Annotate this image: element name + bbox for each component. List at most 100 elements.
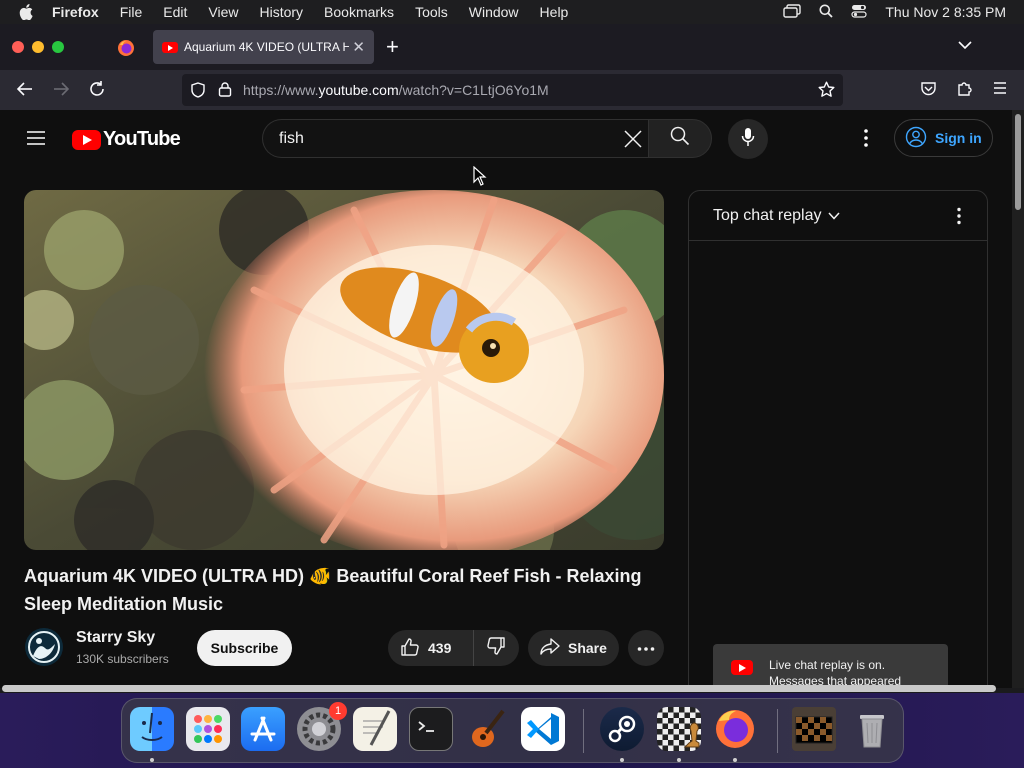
video-frame-clownfish-anemone [24, 190, 664, 550]
steam-icon[interactable] [600, 707, 644, 751]
chat-mode-selector[interactable]: Top chat replay [689, 191, 987, 241]
url-text[interactable]: https://www.youtube.com/watch?v=C1LtjO6Y… [243, 82, 549, 98]
menu-history[interactable]: History [259, 4, 303, 20]
like-count: 439 [428, 640, 452, 656]
terminal-icon[interactable] [409, 707, 453, 751]
screen-mirroring-icon[interactable] [783, 3, 802, 21]
pocket-icon[interactable] [920, 80, 937, 102]
share-label: Share [568, 640, 607, 656]
apple-icon[interactable] [0, 4, 52, 20]
app-store-icon[interactable] [241, 707, 285, 751]
youtube-masthead: YouTube fish Sign in [0, 110, 1012, 166]
finder-running-dot [150, 758, 154, 762]
tab-close-icon[interactable]: ✕ [352, 38, 365, 56]
mouse-pointer-icon [473, 165, 487, 191]
video-player[interactable] [24, 190, 664, 550]
horizontal-scrollbar[interactable] [0, 681, 1012, 693]
menu-app-firefox[interactable]: Firefox [52, 4, 99, 20]
account-circle-icon [905, 126, 927, 151]
garageband-guitar-icon[interactable] [465, 707, 509, 751]
youtube-logo[interactable]: YouTube [72, 128, 181, 151]
tracking-shield-icon[interactable] [190, 82, 206, 101]
menu-tools[interactable]: Tools [415, 4, 448, 20]
chess-running-dot [677, 758, 681, 762]
control-center-icon[interactable] [851, 4, 867, 21]
finder-icon[interactable] [130, 707, 174, 751]
menubar-clock[interactable]: Thu Nov 2 8:35 PM [885, 4, 1006, 20]
subscribe-button[interactable]: Subscribe [197, 630, 292, 666]
dock-separator [583, 709, 584, 753]
dislike-button[interactable] [474, 636, 518, 661]
microphone-icon [741, 127, 755, 152]
chess-icon[interactable] [657, 707, 701, 751]
dock-separator-2 [777, 709, 778, 753]
window-controls [12, 41, 64, 53]
youtube-wordmark: YouTube [103, 128, 181, 150]
subscriber-count: 130K subscribers [76, 652, 169, 666]
like-dislike-group: 439 [388, 630, 519, 666]
screen: Firefox File Edit View History Bookmarks… [0, 0, 1024, 768]
app-menu-icon[interactable] [992, 80, 1008, 101]
youtube-icon [731, 660, 753, 675]
search-icon [670, 126, 690, 151]
menu-bookmarks[interactable]: Bookmarks [324, 4, 394, 20]
chat-title: Top chat replay [713, 206, 822, 224]
chat-more-vert-icon[interactable] [955, 207, 963, 230]
firefox-running-dot [733, 758, 737, 762]
menu-view[interactable]: View [208, 4, 238, 20]
steam-running-dot [620, 758, 624, 762]
vertical-scroll-thumb[interactable] [1015, 114, 1021, 210]
browser-tab-active[interactable]: Aquarium 4K VIDEO (ULTRA HD) 🐠 Beautiful… [153, 30, 374, 64]
channel-avatar[interactable] [25, 628, 63, 666]
menu-file[interactable]: File [120, 4, 143, 20]
trash-icon[interactable] [850, 707, 894, 751]
url-bar[interactable]: https://www.youtube.com/watch?v=C1LtjO6Y… [182, 74, 843, 106]
extensions-puzzle-icon[interactable] [956, 80, 973, 102]
sign-in-button[interactable]: Sign in [894, 119, 993, 157]
textedit-icon[interactable] [353, 707, 397, 751]
reload-icon[interactable] [88, 80, 106, 103]
channel-name[interactable]: Starry Sky [76, 629, 155, 647]
close-window-button[interactable] [12, 41, 24, 53]
clear-search-icon[interactable] [622, 128, 644, 155]
thumbs-down-icon [486, 636, 506, 661]
spotlight-search-icon[interactable] [819, 4, 834, 21]
menu-window[interactable]: Window [469, 4, 519, 20]
back-arrow-icon[interactable] [16, 80, 34, 103]
menu-help[interactable]: Help [540, 4, 569, 20]
search-query-text: fish [279, 129, 304, 147]
horizontal-scroll-thumb[interactable] [2, 685, 996, 692]
list-all-tabs-chevron-icon[interactable] [958, 37, 972, 55]
chess-window-thumbnail-icon[interactable] [792, 707, 836, 751]
settings-more-vert-icon[interactable] [858, 128, 874, 153]
macos-dock: 1 [121, 698, 904, 763]
vertical-scrollbar[interactable] [1012, 110, 1024, 688]
video-title: Aquarium 4K VIDEO (ULTRA HD) 🐠 Beautiful… [24, 566, 642, 614]
search-button[interactable] [648, 119, 712, 158]
share-arrow-icon [540, 637, 560, 659]
more-actions-button[interactable] [628, 630, 664, 666]
tab-title: Aquarium 4K VIDEO (ULTRA HD) 🐠 Beautiful… [184, 40, 349, 54]
lock-icon[interactable] [218, 81, 232, 100]
search-input[interactable]: fish [262, 119, 648, 158]
bookmark-star-icon[interactable] [818, 81, 835, 101]
youtube-play-icon [72, 129, 101, 150]
chevron-down-icon [827, 207, 840, 225]
minimize-window-button[interactable] [32, 41, 44, 53]
new-tab-plus-icon[interactable]: + [386, 34, 399, 60]
voice-search-button[interactable] [728, 119, 768, 159]
firefox-icon[interactable] [713, 707, 757, 751]
launchpad-icon[interactable] [186, 707, 230, 751]
vscode-icon[interactable] [521, 707, 565, 751]
like-button[interactable]: 439 [388, 630, 474, 666]
more-horiz-icon [637, 639, 655, 657]
forward-arrow-icon[interactable] [52, 80, 70, 103]
zoom-window-button[interactable] [52, 41, 64, 53]
guide-menu-icon[interactable] [26, 130, 46, 151]
firefox-view-icon[interactable] [117, 39, 135, 62]
youtube-favicon-icon [162, 41, 178, 53]
sign-in-label: Sign in [935, 130, 982, 146]
live-chat-panel: Top chat replay Live chat replay is on. … [688, 190, 988, 688]
share-button[interactable]: Share [528, 630, 619, 666]
menu-edit[interactable]: Edit [163, 4, 187, 20]
